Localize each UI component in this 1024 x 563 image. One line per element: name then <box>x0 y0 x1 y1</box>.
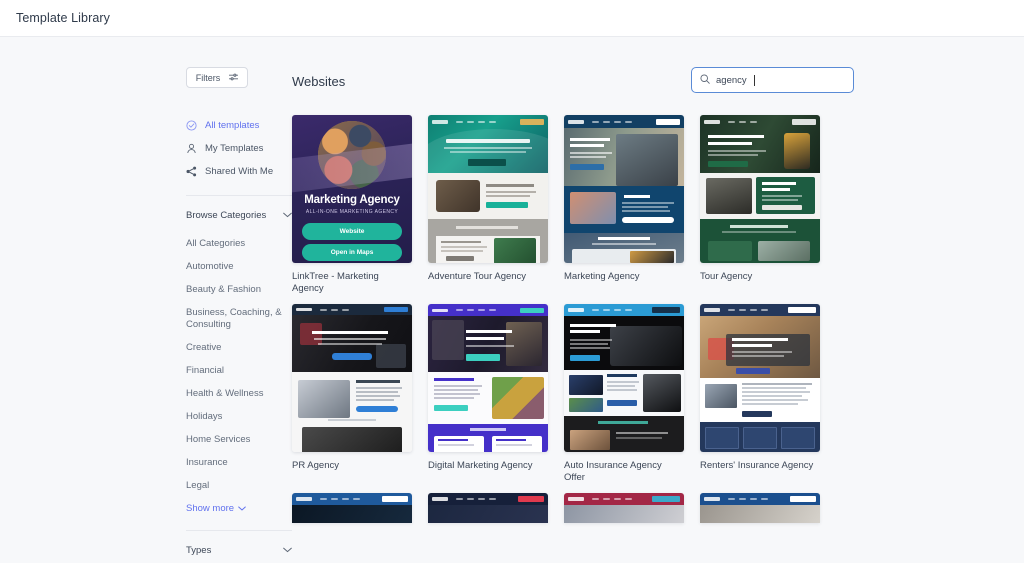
sidebar-item-shared-with-me[interactable]: Shared With Me <box>186 160 292 183</box>
category-item[interactable]: Legal <box>186 480 296 491</box>
category-item[interactable]: Creative <box>186 342 296 353</box>
category-item[interactable]: Holidays <box>186 411 296 422</box>
template-thumbnail <box>564 304 684 452</box>
template-thumbnail <box>564 115 684 263</box>
sidebar-divider-1 <box>186 195 292 196</box>
filters-button-label: Filters <box>196 73 221 83</box>
sliders-icon <box>229 73 238 83</box>
template-thumbnail[interactable] <box>700 493 820 523</box>
template-grid: Marketing Agency ALL-IN-ONE MARKETING AG… <box>292 115 836 483</box>
sidebar-divider-2 <box>186 530 292 531</box>
search-input-value: agency <box>716 75 747 86</box>
template-card-title: Tour Agency <box>700 271 818 283</box>
template-thumbnail <box>700 115 820 263</box>
template-thumbnail <box>428 304 548 452</box>
template-card-title: Auto Insurance Agency Offer <box>564 460 682 483</box>
main-content: Websites agency Market <box>292 67 1024 563</box>
thumb-button-website: Website <box>302 223 402 240</box>
main-header: Websites <box>292 67 1000 95</box>
search-input[interactable]: agency <box>691 67 854 93</box>
search-icon <box>700 71 710 89</box>
sidebar-item-my-templates[interactable]: My Templates <box>186 137 292 160</box>
category-item[interactable]: Automotive <box>186 261 296 272</box>
types-header[interactable]: Types <box>186 541 292 559</box>
template-card[interactable]: Adventure Tour Agency <box>428 115 548 294</box>
sidebar: Filters All templates <box>0 67 292 563</box>
template-card-title: Adventure Tour Agency <box>428 271 546 283</box>
category-item[interactable]: Home Services <box>186 434 296 445</box>
template-card[interactable]: Marketing Agency <box>564 115 684 294</box>
thumb-subtitle: ALL-IN-ONE MARKETING AGENCY <box>292 209 412 215</box>
thumb-button-maps: Open in Maps <box>302 244 402 261</box>
template-thumbnail: Marketing Agency ALL-IN-ONE MARKETING AG… <box>292 115 412 263</box>
template-thumbnail[interactable] <box>428 493 548 523</box>
template-card[interactable]: Tour Agency <box>700 115 820 294</box>
chevron-down-icon <box>283 210 292 221</box>
category-item[interactable]: Health & Wellness <box>186 388 296 399</box>
filters-button[interactable]: Filters <box>186 67 248 88</box>
section-heading: Websites <box>292 74 345 89</box>
template-card-title: Marketing Agency <box>564 271 682 283</box>
show-more-categories-button[interactable]: Show more <box>186 503 292 514</box>
template-thumbnail[interactable] <box>292 493 412 523</box>
template-card-title: Digital Marketing Agency <box>428 460 546 472</box>
share-nodes-icon <box>186 166 197 177</box>
sidebar-item-label: Shared With Me <box>205 166 273 177</box>
category-item[interactable]: All Categories <box>186 238 296 249</box>
browse-categories-header[interactable]: Browse Categories <box>186 206 292 224</box>
template-card-title: Renters' Insurance Agency <box>700 460 818 472</box>
template-grid-row-partial <box>292 493 836 523</box>
chevron-down-icon <box>283 545 292 556</box>
template-thumbnail <box>428 115 548 263</box>
template-card[interactable]: Auto Insurance Agency Offer <box>564 304 684 483</box>
template-card[interactable]: Renters' Insurance Agency <box>700 304 820 483</box>
sidebar-item-label: My Templates <box>205 143 263 154</box>
category-item[interactable]: Business, Coaching, & Consulting <box>186 307 296 330</box>
text-caret <box>754 75 755 86</box>
template-thumbnail <box>700 304 820 452</box>
template-card[interactable]: Digital Marketing Agency <box>428 304 548 483</box>
category-item[interactable]: Financial <box>186 365 296 376</box>
chevron-down-icon <box>238 503 246 514</box>
topbar: Template Library <box>0 0 1024 37</box>
category-item[interactable]: Insurance <box>186 457 296 468</box>
template-card-title: PR Agency <box>292 460 410 472</box>
template-card[interactable]: PR Agency <box>292 304 412 483</box>
category-list: All Categories Automotive Beauty & Fashi… <box>186 238 292 514</box>
browse-categories-label: Browse Categories <box>186 210 266 221</box>
person-icon <box>186 143 197 154</box>
category-item[interactable]: Beauty & Fashion <box>186 284 296 295</box>
page-title: Template Library <box>16 11 110 25</box>
sidebar-nav: All templates My Templates <box>186 114 292 183</box>
thumb-title: Marketing Agency <box>292 194 412 206</box>
template-card[interactable]: Marketing Agency ALL-IN-ONE MARKETING AG… <box>292 115 412 294</box>
page-body: Filters All templates <box>0 37 1024 563</box>
template-thumbnail[interactable] <box>564 493 684 523</box>
sidebar-item-all-templates[interactable]: All templates <box>186 114 292 137</box>
show-more-label: Show more <box>186 503 234 514</box>
types-label: Types <box>186 545 211 556</box>
template-card-title: LinkTree - Marketing Agency <box>292 271 410 294</box>
circle-check-icon <box>186 120 197 131</box>
template-thumbnail <box>292 304 412 452</box>
sidebar-item-label: All templates <box>205 120 259 131</box>
